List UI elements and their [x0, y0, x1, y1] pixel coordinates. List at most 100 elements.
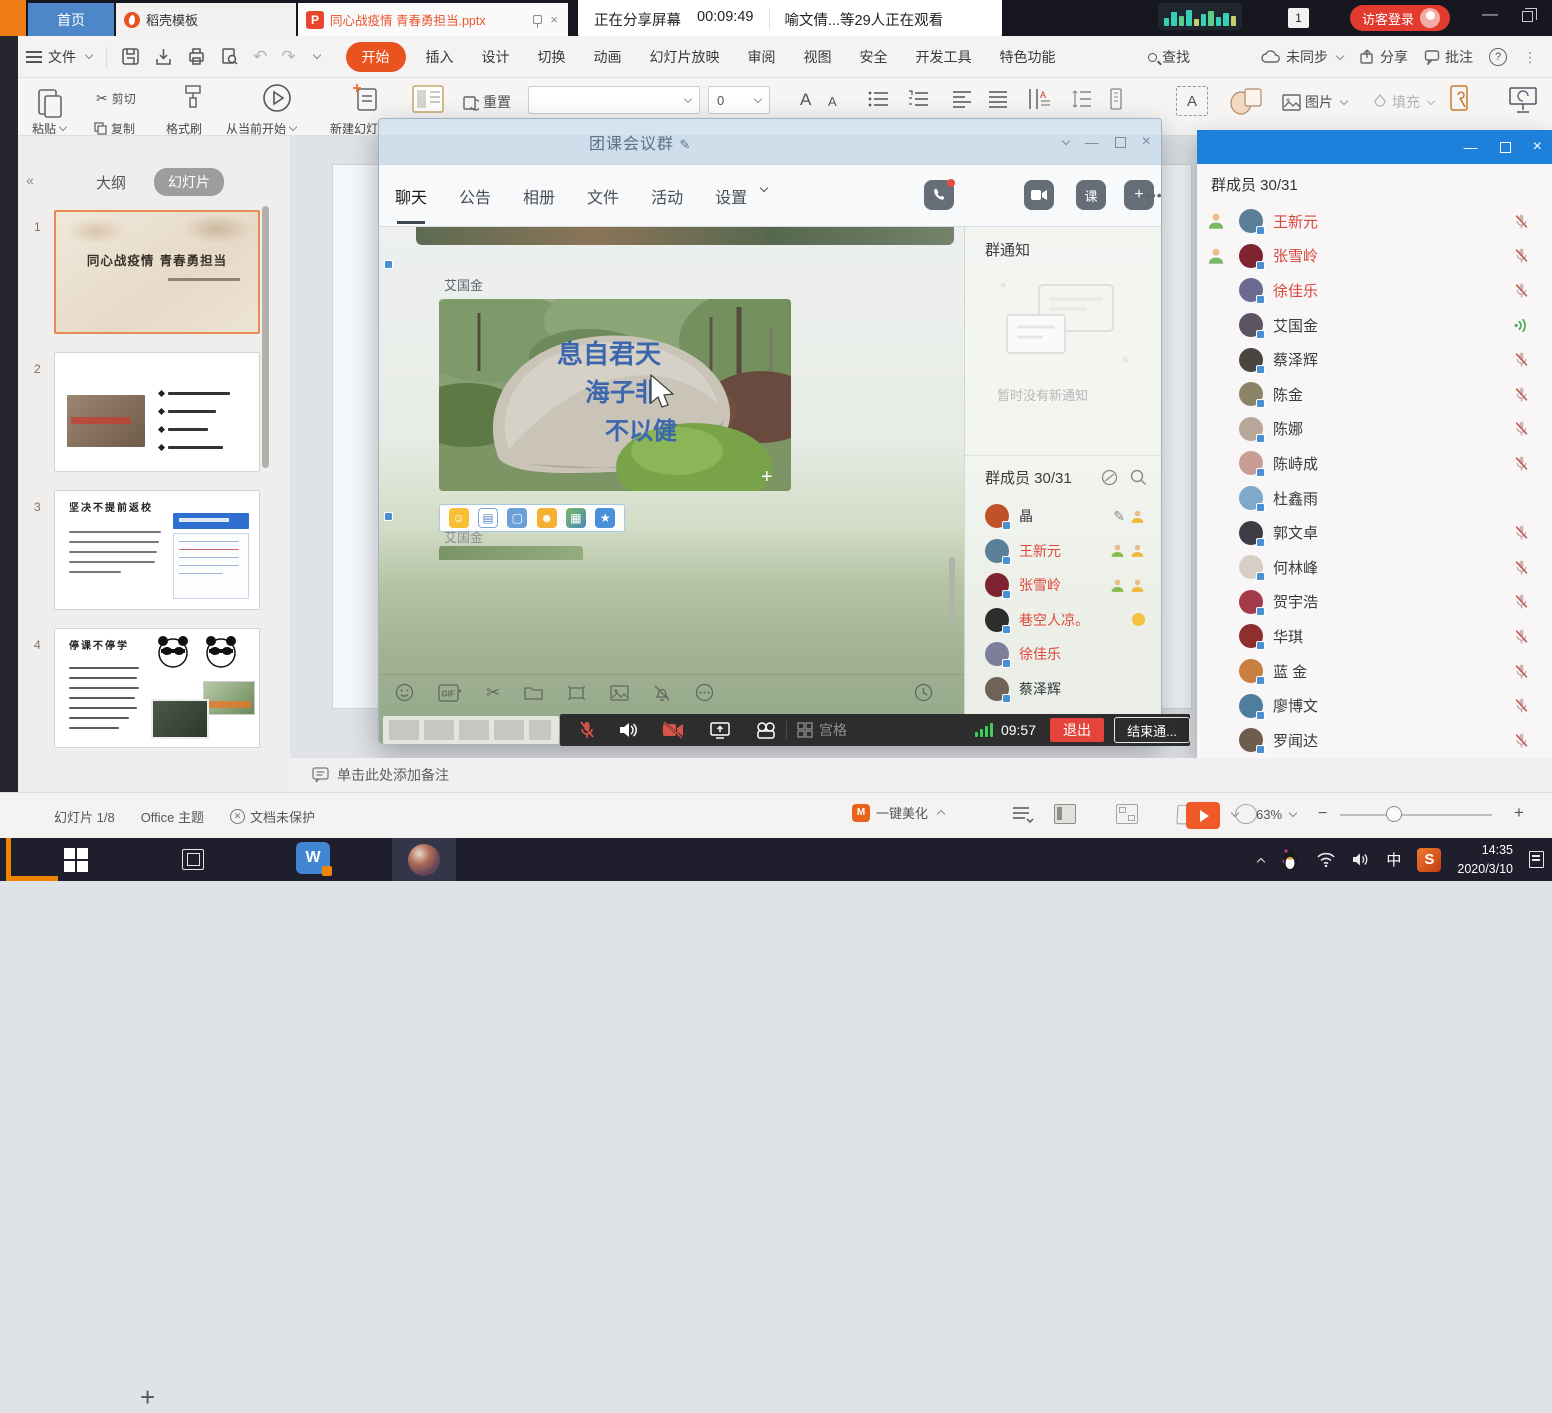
voice-call-icon[interactable] — [924, 180, 954, 210]
action-center-icon[interactable] — [1529, 851, 1544, 868]
smiley-reaction-icon[interactable]: ☺ — [449, 508, 469, 528]
print-preview-icon[interactable] — [220, 47, 239, 66]
menu-tab[interactable]: 幻灯片放映 — [636, 47, 734, 67]
normal-view-icon[interactable] — [1054, 804, 1076, 824]
sidebar-scrollbar[interactable] — [262, 206, 269, 468]
chat-close-icon[interactable]: × — [1142, 133, 1151, 151]
menu-tab[interactable]: 开始 — [346, 42, 406, 72]
share-button[interactable]: 分享 — [1359, 47, 1408, 67]
comment-button[interactable]: 批注 — [1424, 47, 1473, 67]
shake-window-icon[interactable] — [567, 685, 586, 701]
mic-muted-icon[interactable] — [1513, 351, 1530, 368]
member-window-titlebar[interactable]: — × — [1197, 130, 1552, 164]
mic-muted-icon[interactable] — [1513, 732, 1530, 749]
member-row[interactable]: 蔡泽辉 — [1197, 342, 1552, 377]
mic-muted-icon[interactable] — [1513, 282, 1530, 299]
font-size-select[interactable]: 0 — [708, 86, 770, 114]
minimize-icon[interactable]: — — [1482, 6, 1498, 24]
bullet-list-icon[interactable] — [868, 90, 890, 108]
member-row[interactable]: 何林峰 — [1197, 550, 1552, 585]
zoom-in-icon[interactable]: + — [1514, 803, 1524, 823]
mic-muted-icon[interactable] — [578, 720, 596, 740]
mic-muted-icon[interactable] — [1513, 247, 1530, 264]
class-icon[interactable]: 课 — [1076, 180, 1106, 210]
paste-label[interactable]: 粘贴 — [32, 120, 66, 137]
video-filmstrip[interactable] — [383, 716, 559, 744]
edit-card-icon[interactable]: ✎ — [1113, 508, 1125, 525]
slideshow-play-button[interactable] — [1186, 802, 1220, 829]
wifi-icon[interactable] — [1316, 852, 1336, 867]
menu-tab[interactable]: 特色功能 — [986, 47, 1070, 67]
cut-button[interactable]: ✂剪切 — [96, 90, 136, 107]
mic-muted-icon[interactable] — [1513, 455, 1530, 472]
sogou-tray-icon[interactable]: S — [1417, 848, 1441, 872]
protection-status[interactable]: ✕文档未保护 — [230, 807, 315, 826]
help-icon[interactable]: ? — [1489, 48, 1507, 66]
reset-button[interactable]: 重置 — [462, 92, 511, 112]
group-member-row[interactable]: 巷空人凉。 ✎ — [965, 603, 1161, 638]
new-slide-label[interactable]: 新建幻灯 — [330, 120, 378, 137]
chat-scrollbar[interactable] — [949, 557, 955, 627]
undo-icon[interactable]: ↶ — [253, 47, 267, 67]
slide-sorter-icon[interactable] — [1116, 804, 1138, 824]
mic-muted-icon[interactable] — [1513, 628, 1530, 645]
start-button[interactable] — [64, 848, 88, 872]
member-settings-icon[interactable] — [1101, 469, 1118, 486]
font-name-select[interactable] — [528, 86, 700, 114]
chevron-down-icon[interactable] — [312, 51, 320, 59]
chat-tab[interactable]: 聊天 — [395, 184, 427, 208]
decrease-font-icon[interactable]: A — [828, 94, 837, 109]
camera-off-icon[interactable] — [662, 721, 684, 739]
photo-reaction-icon[interactable]: ▦ — [566, 508, 586, 528]
menu-tab[interactable]: 安全 — [846, 47, 902, 67]
end-call-button[interactable]: 结束通... — [1114, 717, 1190, 743]
taskbar-clock[interactable]: 14:35 2020/3/10 — [1457, 841, 1513, 877]
more-menu-icon[interactable]: ⋮ — [1523, 49, 1538, 66]
sync-status-button[interactable]: 未同步 — [1261, 47, 1343, 67]
mic-muted-icon[interactable] — [1513, 386, 1530, 403]
mic-muted-icon[interactable] — [1513, 697, 1530, 714]
taskbar-wps-icon[interactable]: W — [296, 842, 330, 874]
panel-maximize-icon[interactable] — [1500, 142, 1511, 153]
outline-level-icon[interactable] — [1012, 806, 1034, 824]
mic-muted-icon[interactable] — [1513, 663, 1530, 680]
member-row[interactable]: 陈峙成 — [1197, 446, 1552, 481]
record-icon[interactable] — [756, 721, 776, 740]
member-row[interactable]: 艾国金 — [1197, 308, 1552, 343]
member-row[interactable]: 罗闻达 — [1197, 723, 1552, 758]
tab-slides[interactable]: 幻灯片 — [154, 168, 224, 196]
paste-icon[interactable] — [36, 86, 64, 120]
tab-docer[interactable]: 稻壳模板 — [116, 3, 296, 36]
text-box-icon[interactable]: A — [1176, 86, 1208, 116]
wps-logo-corner[interactable] — [0, 0, 26, 36]
restore-icon[interactable] — [1522, 11, 1533, 22]
play-from-current-icon[interactable] — [262, 83, 292, 113]
align-justify-icon[interactable] — [988, 90, 1008, 108]
zoom-slider-track[interactable] — [1340, 814, 1492, 816]
taskbar-qq-icon[interactable] — [392, 838, 456, 881]
line-spacing-icon[interactable] — [1072, 90, 1092, 108]
menu-tab[interactable]: 审阅 — [734, 47, 790, 67]
grid-view-label[interactable]: 宫格 — [819, 720, 847, 740]
align-left-icon[interactable] — [952, 90, 972, 108]
chat-tab[interactable]: 设置 — [715, 184, 747, 208]
mic-muted-icon[interactable] — [1513, 420, 1530, 437]
zoom-level[interactable]: 63% — [1256, 807, 1296, 822]
mic-muted-icon[interactable] — [1513, 559, 1530, 576]
chat-photo-stone[interactable]: 息自君天 海子非 不以健 + — [439, 299, 791, 491]
member-row[interactable]: 蓝 金 — [1197, 654, 1552, 689]
menu-tab[interactable]: 设计 — [468, 47, 524, 67]
find-button[interactable]: 查找 — [1148, 36, 1190, 78]
presentation-tools-icon[interactable] — [1508, 86, 1538, 114]
slide-thumbnail-3[interactable]: 坚决不提前返校 — [54, 490, 260, 610]
menu-tab[interactable]: 切换 — [524, 47, 580, 67]
send-image-icon[interactable] — [610, 685, 629, 701]
group-member-row[interactable]: 蔡泽辉 ✎ — [965, 672, 1161, 707]
equalizer-indicator-icon[interactable] — [1158, 3, 1242, 30]
menu-tab[interactable]: 插入 — [412, 47, 468, 67]
increase-font-icon[interactable]: A — [800, 90, 811, 110]
print-icon[interactable] — [187, 47, 206, 66]
member-row[interactable]: 徐佳乐 — [1197, 273, 1552, 308]
grid-view-icon[interactable] — [797, 722, 813, 738]
exit-meeting-button[interactable]: 退出 — [1050, 718, 1104, 742]
